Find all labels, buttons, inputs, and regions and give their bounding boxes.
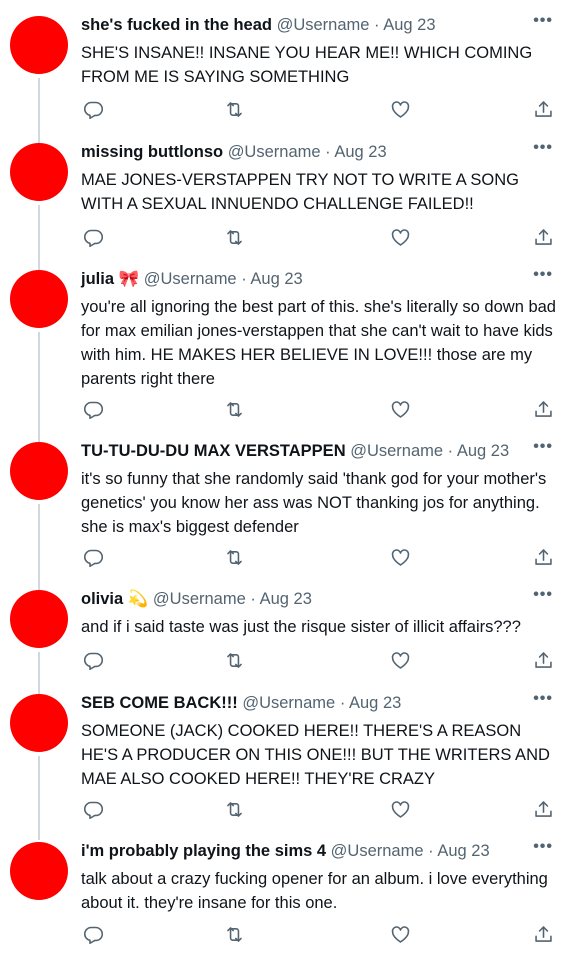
retweet-icon[interactable] [222,97,246,121]
timestamp[interactable]: Aug 23 [334,143,386,161]
display-name[interactable]: TU-TU-DU-DU MAX VERSTAPPEN [81,442,346,460]
share-icon[interactable] [531,545,555,569]
like-icon[interactable] [388,545,412,569]
display-name[interactable]: SEB COME BACK!!! [81,694,238,712]
tweet-actions [81,225,561,249]
tweet-text: SHE'S INSANE!! INSANE YOU HEAR ME!! WHIC… [81,44,533,86]
display-name[interactable]: i'm probably playing the sims 4 [81,842,326,860]
avatar[interactable] [10,442,68,500]
retweet-icon[interactable] [222,797,246,821]
more-icon[interactable]: ••• [533,688,553,710]
display-name[interactable]: she's fucked in the head [81,16,272,34]
tweet-text: and if i said taste was just the risque … [81,618,521,636]
like-icon[interactable] [388,922,412,946]
tweet-thread: she's fucked in the head @Username · Aug… [0,0,570,960]
display-name[interactable]: julia [81,270,114,288]
display-name[interactable]: missing buttlonso [81,143,223,161]
thread-line [38,78,40,144]
reply-icon[interactable] [81,97,105,121]
username[interactable]: @Username [331,842,424,860]
more-icon[interactable]: ••• [533,137,553,159]
username[interactable]: @Username [144,270,237,288]
thread-line [38,205,40,271]
display-name[interactable]: olivia [81,590,123,608]
tweet-text: MAE JONES-VERSTAPPEN TRY NOT TO WRITE A … [81,171,519,213]
username[interactable]: @Username [277,16,370,34]
thread-line [38,504,40,590]
reply-icon[interactable] [81,922,105,946]
more-icon[interactable]: ••• [533,836,553,858]
avatar[interactable] [10,590,68,648]
separator: · [325,143,331,161]
tweet-text: it's so funny that she randomly said 'th… [81,470,547,536]
retweet-icon[interactable] [222,225,246,249]
tweet-actions [81,545,561,569]
share-icon[interactable] [531,648,555,672]
reply-icon[interactable] [81,397,105,421]
username[interactable]: @Username [228,143,321,161]
more-icon[interactable]: ••• [533,436,553,458]
avatar[interactable] [10,16,68,74]
separator: · [241,270,247,288]
tweet-actions [81,797,561,821]
share-icon[interactable] [531,797,555,821]
tweet-text: SOMEONE (JACK) COOKED HERE!! THERE'S A R… [81,722,550,788]
retweet-icon[interactable] [222,397,246,421]
separator: · [250,590,256,608]
timestamp[interactable]: Aug 23 [383,16,435,34]
tweet-text: you're all ignoring the best part of thi… [81,298,556,388]
reply-icon[interactable] [81,225,105,249]
timestamp[interactable]: Aug 23 [437,842,489,860]
share-icon[interactable] [531,225,555,249]
reply-icon[interactable] [81,545,105,569]
share-icon[interactable] [531,922,555,946]
retweet-icon[interactable] [222,648,246,672]
like-icon[interactable] [388,797,412,821]
retweet-icon[interactable] [222,922,246,946]
bow-emoji: 🎀 [118,270,140,288]
separator: · [447,442,454,460]
tweet-actions [81,922,561,946]
dizzy-emoji: 💫 [127,590,149,608]
tweet-actions [81,648,561,672]
username[interactable]: @Username [153,590,246,608]
username[interactable]: @Username [242,694,335,712]
separator: · [339,694,346,712]
like-icon[interactable] [388,397,412,421]
like-icon[interactable] [388,225,412,249]
thread-line [38,756,40,840]
avatar[interactable] [10,694,68,752]
tweet-actions [81,97,561,121]
like-icon[interactable] [388,648,412,672]
like-icon[interactable] [388,97,412,121]
thread-line [38,332,40,442]
share-icon[interactable] [531,97,555,121]
more-icon[interactable]: ••• [533,584,553,606]
tweet-actions [81,397,561,421]
timestamp[interactable]: Aug 23 [349,694,401,712]
more-icon[interactable]: ••• [533,264,553,286]
thread-line [38,652,40,694]
separator: · [428,842,434,860]
reply-icon[interactable] [81,797,105,821]
timestamp[interactable]: Aug 23 [260,590,312,608]
timestamp[interactable]: Aug 23 [250,270,302,288]
reply-icon[interactable] [81,648,105,672]
tweet-text: talk about a crazy fucking opener for an… [81,870,548,912]
more-icon[interactable]: ••• [533,10,553,32]
username[interactable]: @Username [350,442,443,460]
avatar[interactable] [10,270,68,328]
timestamp[interactable]: Aug 23 [457,442,509,460]
separator: · [374,16,380,34]
share-icon[interactable] [531,397,555,421]
avatar[interactable] [10,842,68,900]
avatar[interactable] [10,143,68,201]
retweet-icon[interactable] [222,545,246,569]
